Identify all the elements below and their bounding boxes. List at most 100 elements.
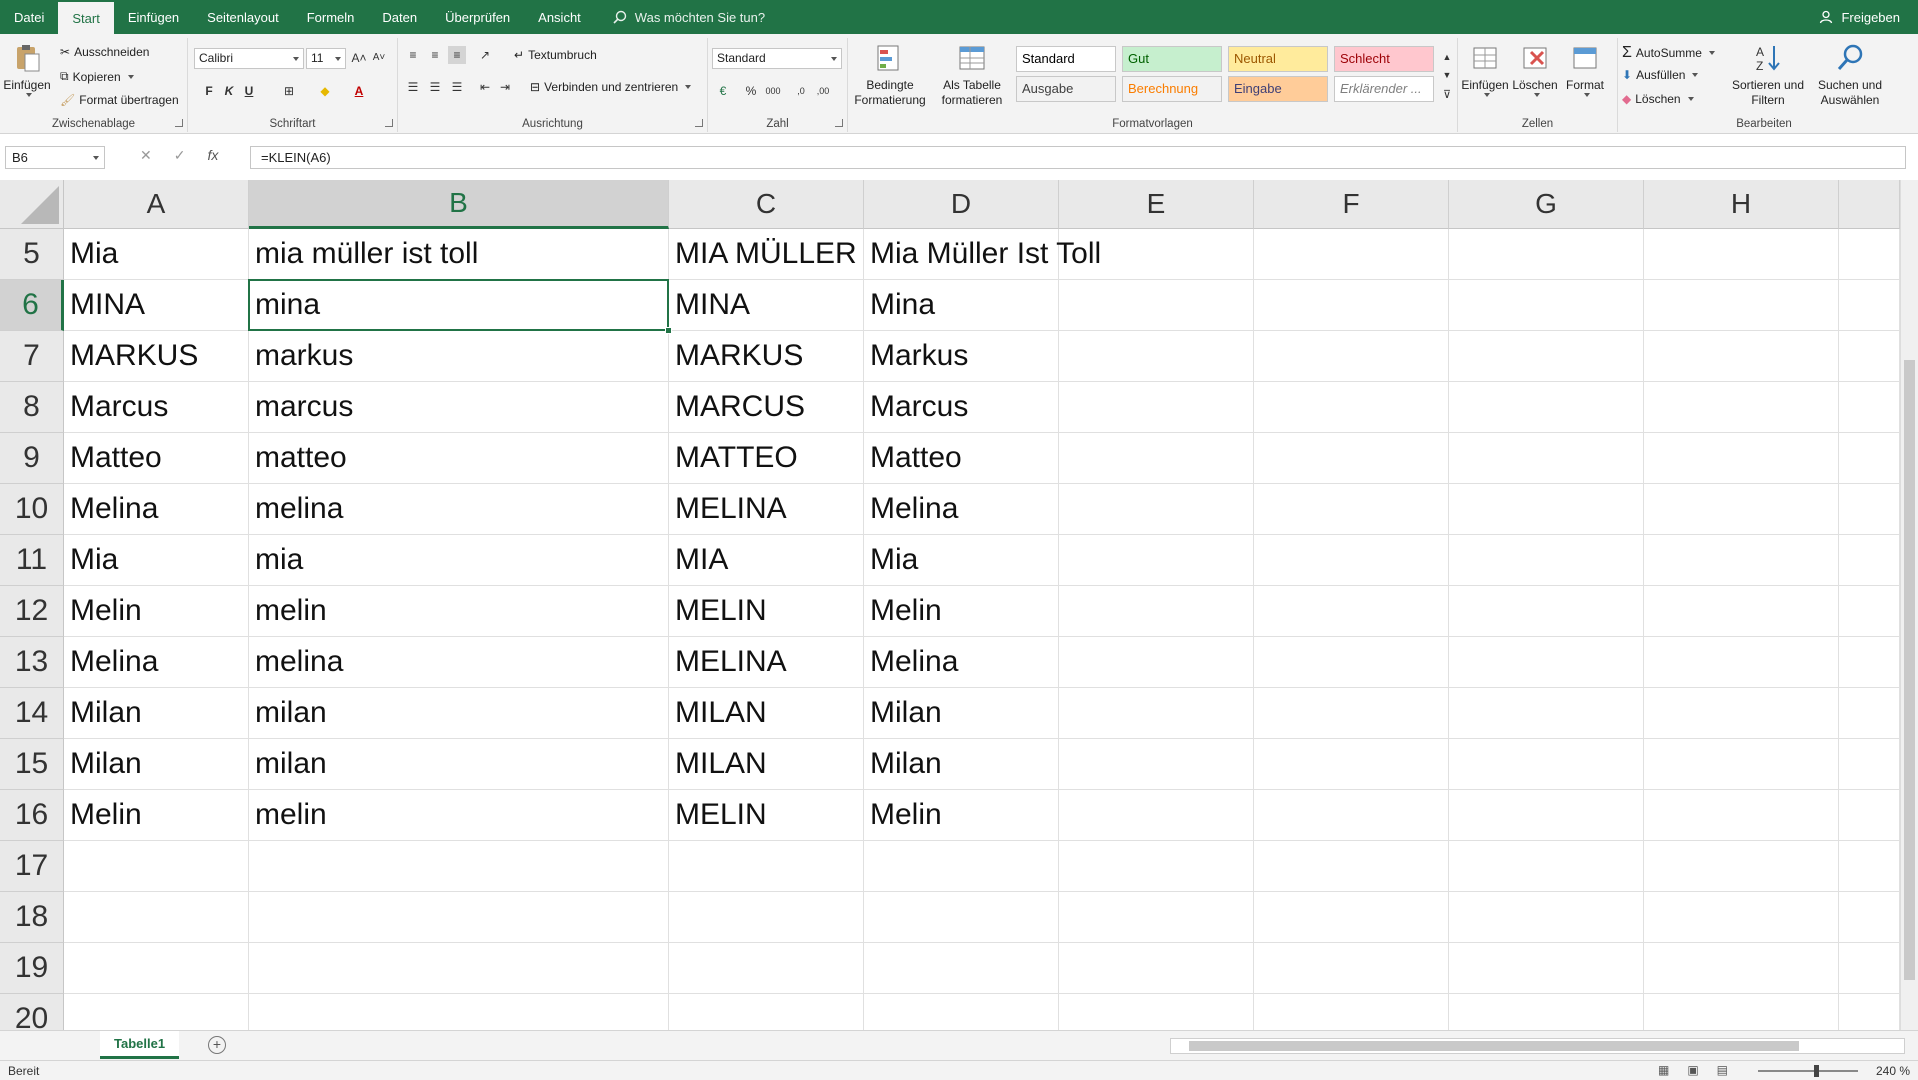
column-header-e[interactable]: E: [1059, 180, 1254, 229]
add-sheet-icon[interactable]: +: [208, 1036, 226, 1054]
cell-f9[interactable]: [1254, 433, 1449, 484]
column-header-f[interactable]: F: [1254, 180, 1449, 229]
font-color-icon[interactable]: A: [350, 82, 368, 100]
cell-b12[interactable]: melin: [249, 586, 669, 637]
font-launcher-icon[interactable]: [385, 119, 393, 127]
row-header-11[interactable]: 11: [0, 535, 64, 586]
cell-c15[interactable]: MILAN: [669, 739, 864, 790]
styles-more-icon[interactable]: ⊽: [1438, 86, 1456, 104]
cell-d7[interactable]: Markus: [864, 331, 1059, 382]
column-header-h[interactable]: H: [1644, 180, 1839, 229]
cell-c20[interactable]: [669, 994, 864, 1030]
cell-e8[interactable]: [1059, 382, 1254, 433]
align-right-icon[interactable]: ☰: [448, 78, 466, 96]
cancel-icon[interactable]: ✕: [140, 147, 152, 164]
row-header-18[interactable]: 18: [0, 892, 64, 943]
page-layout-view-icon[interactable]: ▣: [1687, 1063, 1698, 1077]
style-standard[interactable]: Standard: [1016, 46, 1116, 72]
cell-d18[interactable]: [864, 892, 1059, 943]
cell-c9[interactable]: MATTEO: [669, 433, 864, 484]
delete-cells-button[interactable]: Löschen: [1510, 42, 1560, 97]
horizontal-scrollbar[interactable]: [1170, 1038, 1905, 1054]
cell-a7[interactable]: MARKUS: [64, 331, 249, 382]
column-header-a[interactable]: A: [64, 180, 249, 229]
cell-c8[interactable]: MARCUS: [669, 382, 864, 433]
cell-f19[interactable]: [1254, 943, 1449, 994]
cell-e12[interactable]: [1059, 586, 1254, 637]
cell-b13[interactable]: melina: [249, 637, 669, 688]
tell-me-box[interactable]: Was möchten Sie tun?: [595, 0, 765, 34]
cell-c11[interactable]: MIA: [669, 535, 864, 586]
cell-g19[interactable]: [1449, 943, 1644, 994]
paste-button[interactable]: Einfügen: [3, 42, 51, 97]
cell-a13[interactable]: Melina: [64, 637, 249, 688]
sort-filter-button[interactable]: AZ Sortieren und Filtern: [1728, 42, 1808, 108]
increase-decimal-icon[interactable]: ,0: [792, 82, 810, 100]
cell-g9[interactable]: [1449, 433, 1644, 484]
cell-g17[interactable]: [1449, 841, 1644, 892]
decrease-font-icon[interactable]: A˅: [370, 49, 388, 67]
cell-f13[interactable]: [1254, 637, 1449, 688]
cell-h11[interactable]: [1644, 535, 1839, 586]
cell-d19[interactable]: [864, 943, 1059, 994]
number-launcher-icon[interactable]: [835, 119, 843, 127]
border-icon[interactable]: ⊞: [280, 82, 298, 100]
align-top-icon[interactable]: ≡: [404, 46, 422, 64]
tab-einfuegen[interactable]: Einfügen: [114, 0, 193, 34]
clear-button[interactable]: ◆ Löschen: [1622, 92, 1694, 106]
autosum-button[interactable]: Σ AutoSumme: [1622, 44, 1715, 62]
cell-a19[interactable]: [64, 943, 249, 994]
cell-e13[interactable]: [1059, 637, 1254, 688]
tab-datei[interactable]: Datei: [0, 0, 58, 34]
cell-g16[interactable]: [1449, 790, 1644, 841]
cell-g13[interactable]: [1449, 637, 1644, 688]
cell-g8[interactable]: [1449, 382, 1644, 433]
cell-c16[interactable]: MELIN: [669, 790, 864, 841]
cell-g15[interactable]: [1449, 739, 1644, 790]
cell-b18[interactable]: [249, 892, 669, 943]
share-button[interactable]: Freigeben: [1819, 0, 1918, 34]
cell-c17[interactable]: [669, 841, 864, 892]
font-size-select[interactable]: 11: [306, 48, 346, 69]
cell-b8[interactable]: marcus: [249, 382, 669, 433]
percent-icon[interactable]: %: [742, 82, 760, 100]
cell-d14[interactable]: Milan: [864, 688, 1059, 739]
row-header-6[interactable]: 6: [0, 280, 64, 331]
cell-e20[interactable]: [1059, 994, 1254, 1030]
cell-e15[interactable]: [1059, 739, 1254, 790]
cell-g6[interactable]: [1449, 280, 1644, 331]
vertical-scrollbar[interactable]: [1900, 180, 1918, 1030]
cell-g5[interactable]: [1449, 229, 1644, 280]
tab-start[interactable]: Start: [58, 2, 114, 34]
row-header-19[interactable]: 19: [0, 943, 64, 994]
style-neutral[interactable]: Neutral: [1228, 46, 1328, 72]
cell-a20[interactable]: [64, 994, 249, 1030]
italic-button[interactable]: K: [220, 82, 238, 100]
column-header-c[interactable]: C: [669, 180, 864, 229]
cell-f17[interactable]: [1254, 841, 1449, 892]
tab-ansicht[interactable]: Ansicht: [524, 0, 595, 34]
number-format-select[interactable]: Standard: [712, 48, 842, 69]
cell-g11[interactable]: [1449, 535, 1644, 586]
cell-f8[interactable]: [1254, 382, 1449, 433]
cell-h6[interactable]: [1644, 280, 1839, 331]
currency-icon[interactable]: €: [714, 82, 732, 100]
horizontal-scroll-thumb[interactable]: [1189, 1041, 1799, 1051]
cell-h10[interactable]: [1644, 484, 1839, 535]
cell-c14[interactable]: MILAN: [669, 688, 864, 739]
cell-a6[interactable]: MINA: [64, 280, 249, 331]
row-header-15[interactable]: 15: [0, 739, 64, 790]
cell-g10[interactable]: [1449, 484, 1644, 535]
cell-h9[interactable]: [1644, 433, 1839, 484]
tab-ueberpruefen[interactable]: Überprüfen: [431, 0, 524, 34]
cell-e14[interactable]: [1059, 688, 1254, 739]
cell-c7[interactable]: MARKUS: [669, 331, 864, 382]
cell-a12[interactable]: Melin: [64, 586, 249, 637]
cell-b11[interactable]: mia: [249, 535, 669, 586]
cell-d15[interactable]: Milan: [864, 739, 1059, 790]
cell-c19[interactable]: [669, 943, 864, 994]
orientation-icon[interactable]: ↗: [476, 46, 494, 64]
row-header-7[interactable]: 7: [0, 331, 64, 382]
align-left-icon[interactable]: ☰: [404, 78, 422, 96]
cell-f5[interactable]: [1254, 229, 1449, 280]
